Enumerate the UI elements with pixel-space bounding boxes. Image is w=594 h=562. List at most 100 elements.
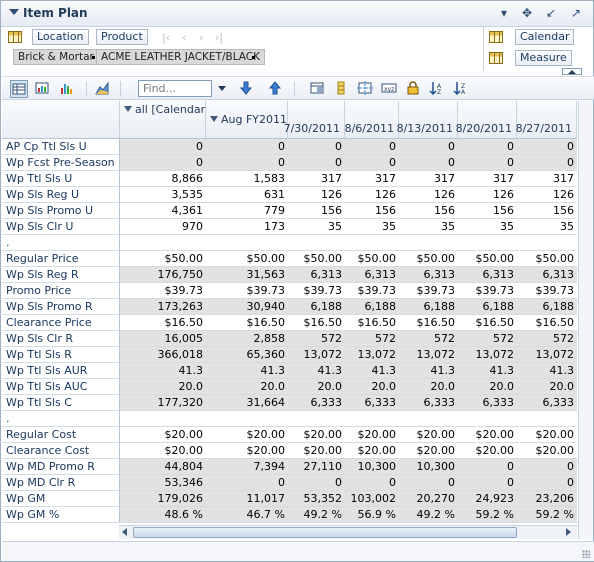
column-header-month[interactable]: Aug FY2011 xyxy=(206,101,288,139)
column-header-all[interactable]: all [Calendar] xyxy=(120,101,209,139)
table-cell[interactable]: 49.2 % xyxy=(399,507,458,523)
table-cell[interactable]: 6,188 xyxy=(288,299,345,315)
next-page-icon[interactable]: › xyxy=(199,31,203,44)
row-header[interactable]: Regular Cost xyxy=(2,427,120,443)
last-page-icon[interactable]: ›| xyxy=(215,31,223,44)
table-cell[interactable]: 56.9 % xyxy=(345,507,399,523)
table-cell[interactable]: 6,188 xyxy=(345,299,399,315)
table-cell[interactable]: $50.00 xyxy=(288,251,345,267)
table-cell[interactable]: $39.73 xyxy=(120,283,206,299)
table-cell[interactable]: 366,018 xyxy=(120,347,206,363)
table-cell[interactable]: 173,263 xyxy=(120,299,206,315)
measure-dimension-button[interactable]: Measure xyxy=(515,50,572,66)
table-cell[interactable]: $50.00 xyxy=(120,251,206,267)
row-header[interactable]: . xyxy=(2,411,120,427)
table-cell[interactable]: 20.0 xyxy=(399,379,458,395)
table-cell[interactable]: 20.0 xyxy=(458,379,517,395)
table-cell[interactable]: 35 xyxy=(517,219,577,235)
table-cell[interactable]: 35 xyxy=(288,219,345,235)
table-cell[interactable]: 176,750 xyxy=(120,267,206,283)
find-previous-icon[interactable] xyxy=(267,80,285,98)
table-cell[interactable]: $20.00 xyxy=(399,443,458,459)
table-cell[interactable] xyxy=(517,411,577,427)
row-header[interactable]: Regular Price xyxy=(2,251,120,267)
table-cell[interactable]: 44,804 xyxy=(120,459,206,475)
table-cell[interactable]: 20,270 xyxy=(399,491,458,507)
table-cell[interactable]: $39.73 xyxy=(345,283,399,299)
table-cell[interactable]: $16.50 xyxy=(206,315,288,331)
column-header-week[interactable]: 8/13/2011 xyxy=(397,101,458,139)
table-cell[interactable]: 177,320 xyxy=(120,395,206,411)
column-header-week[interactable]: 8/6/2011 xyxy=(345,101,399,139)
table-cell[interactable]: 631 xyxy=(206,187,288,203)
table-cell[interactable]: 35 xyxy=(458,219,517,235)
expand-triangle-icon[interactable] xyxy=(210,116,218,122)
table-cell[interactable]: 6,313 xyxy=(288,267,345,283)
maximize-icon[interactable]: ↗ xyxy=(569,6,583,20)
table-cell[interactable]: $16.50 xyxy=(288,315,345,331)
table-cell[interactable]: 41.3 xyxy=(288,363,345,379)
table-cell[interactable]: 6,313 xyxy=(517,267,577,283)
table-cell[interactable]: 572 xyxy=(517,331,577,347)
table-cell[interactable]: 41.3 xyxy=(517,363,577,379)
table-cell[interactable]: 0 xyxy=(399,139,458,155)
row-header[interactable]: Clearance Price xyxy=(2,315,120,331)
table-cell[interactable]: 10,300 xyxy=(399,459,458,475)
scroll-right-icon[interactable] xyxy=(566,528,571,536)
table-cell[interactable] xyxy=(120,411,206,427)
table-cell[interactable]: $20.00 xyxy=(120,443,206,459)
table-cell[interactable]: $20.00 xyxy=(288,443,345,459)
table-cell[interactable]: 41.3 xyxy=(345,363,399,379)
table-cell[interactable]: $39.73 xyxy=(399,283,458,299)
calendar-dimension-button[interactable]: Calendar xyxy=(515,29,575,45)
table-cell[interactable]: $39.73 xyxy=(288,283,345,299)
table-cell[interactable]: $20.00 xyxy=(517,443,577,459)
scrollbar-thumb[interactable] xyxy=(133,527,517,538)
table-cell[interactable]: 35 xyxy=(399,219,458,235)
row-header[interactable]: Wp MD Promo R xyxy=(2,459,120,475)
table-cell[interactable]: 126 xyxy=(399,187,458,203)
table-cell[interactable]: 41.3 xyxy=(399,363,458,379)
table-cell[interactable]: 4,361 xyxy=(120,203,206,219)
table-cell[interactable]: 173 xyxy=(206,219,288,235)
row-header[interactable]: Wp Ttl Sls R xyxy=(2,347,120,363)
row-header[interactable]: Wp MD Clr R xyxy=(2,475,120,491)
table-cell[interactable]: 126 xyxy=(458,187,517,203)
row-header[interactable]: Wp Ttl Sls AUC xyxy=(2,379,120,395)
minimize-icon[interactable]: ↙ xyxy=(544,6,558,20)
row-header[interactable]: Wp GM xyxy=(2,491,120,507)
table-cell[interactable]: 3,535 xyxy=(120,187,206,203)
table-cell[interactable]: 572 xyxy=(399,331,458,347)
table-cell[interactable]: 7,394 xyxy=(206,459,288,475)
table-cell[interactable]: $20.00 xyxy=(399,427,458,443)
table-cell[interactable]: 572 xyxy=(458,331,517,347)
table-cell[interactable]: 24,923 xyxy=(458,491,517,507)
table-cell[interactable]: $20.00 xyxy=(517,427,577,443)
row-header[interactable]: Clearance Cost xyxy=(2,443,120,459)
table-cell[interactable]: $20.00 xyxy=(458,427,517,443)
table-cell[interactable]: 0 xyxy=(399,475,458,491)
table-cell[interactable]: 41.3 xyxy=(120,363,206,379)
column-header-week[interactable]: 7/30/2011 xyxy=(284,101,345,139)
table-cell[interactable]: 6,333 xyxy=(517,395,577,411)
table-cell[interactable]: 0 xyxy=(458,155,517,171)
column-header-week[interactable]: 8/20/2011 xyxy=(456,101,517,139)
table-cell[interactable]: $20.00 xyxy=(458,443,517,459)
row-header[interactable]: AP Cp Ttl Sls U xyxy=(2,139,120,155)
table-cell[interactable]: 23,206 xyxy=(517,491,577,507)
table-cell[interactable]: 53,346 xyxy=(120,475,206,491)
table-cell[interactable]: 317 xyxy=(517,171,577,187)
horizontal-scrollbar[interactable] xyxy=(119,525,577,539)
find-dropdown-icon[interactable] xyxy=(218,86,226,91)
table-cell[interactable]: 317 xyxy=(399,171,458,187)
table-cell[interactable]: 6,188 xyxy=(458,299,517,315)
expand-triangle-icon[interactable] xyxy=(124,106,132,112)
table-cell[interactable] xyxy=(399,235,458,251)
chart-table-view-icon[interactable] xyxy=(34,80,52,98)
table-cell[interactable]: $16.50 xyxy=(458,315,517,331)
table-cell[interactable]: 59.2 % xyxy=(458,507,517,523)
table-cell[interactable]: 6,333 xyxy=(288,395,345,411)
table-cell[interactable]: 2,858 xyxy=(206,331,288,347)
table-cell[interactable]: 0 xyxy=(399,155,458,171)
collapse-edge-button[interactable] xyxy=(562,68,582,75)
